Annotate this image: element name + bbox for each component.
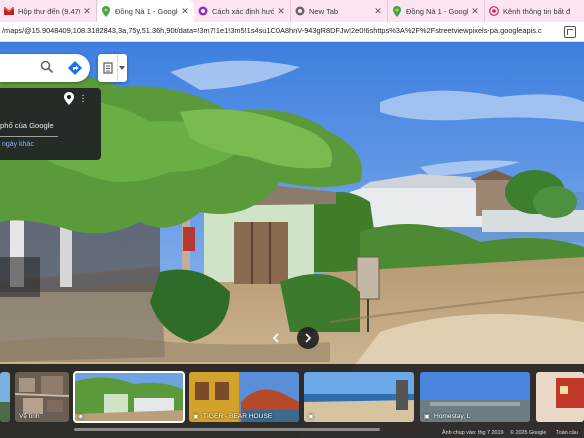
tab-close-icon[interactable]: ✕ <box>180 6 190 17</box>
open-in-new-icon[interactable] <box>564 26 576 38</box>
chevron-left-icon <box>272 333 279 343</box>
tab-title: Kênh thông tin bất đ <box>503 6 571 16</box>
tab-maps-active[interactable]: Đồng Nà 1 - Google ✕ <box>97 0 194 22</box>
address-bar[interactable]: /maps/@15.9048409,108.3182843,3a,75y,51.… <box>0 22 584 42</box>
thumbnail-label: Vệ tinh <box>19 413 40 420</box>
tab-new-tab[interactable]: New Tab ✕ <box>291 0 388 22</box>
street-view-icon: ◉ <box>78 414 84 420</box>
other-dates-link[interactable]: ngày khác <box>2 141 34 148</box>
maps-pin-icon <box>101 5 111 17</box>
camera-icon: ▣ <box>424 414 430 420</box>
thumbnail-satellite[interactable]: Vệ tinh <box>15 372 69 422</box>
thumbnail-label-text: TIGER - BEAR HOUSE <box>203 413 273 420</box>
tab-close-icon[interactable]: ✕ <box>373 6 383 17</box>
thumbnail-tiger-bear-house[interactable]: ▣ TIGER - BEAR HOUSE <box>189 372 299 422</box>
next-arrow[interactable] <box>297 327 319 349</box>
more-vert-icon[interactable]: · · · <box>80 91 86 107</box>
thumbnail-homestay[interactable]: ▣ Homestay, L <box>420 372 530 422</box>
radar-icon <box>489 6 499 16</box>
site-icon <box>198 6 208 16</box>
thumbnail-global[interactable] <box>536 372 584 422</box>
copyright: © 2025 Google <box>510 430 547 436</box>
tab-maps-2[interactable]: Đồng Nà 1 - Google ✕ <box>388 0 485 22</box>
previous-arrow[interactable] <box>265 327 287 349</box>
thumbnail-label: ◉ <box>78 413 88 420</box>
thumbnail-label-text: Homestay, L <box>434 413 471 420</box>
tab-title: Hộp thư đến (9.470) <box>18 6 80 16</box>
divider <box>117 54 118 82</box>
tab-title: Đồng Nà 1 - Google <box>406 6 468 16</box>
info-panel: · · · phố của Google ngày khác <box>0 88 101 160</box>
street-view-panorama[interactable]: · · · phố của Google ngày khác Vệ tinh ◉ ▣… <box>0 42 584 438</box>
caret-down-icon[interactable] <box>119 66 125 70</box>
thumbnail-beach[interactable]: ▣ <box>304 372 414 422</box>
tab-title: Đồng Nà 1 - Google <box>115 6 178 16</box>
tab-close-icon[interactable]: ✕ <box>470 6 480 17</box>
layers-icon <box>103 62 113 74</box>
url-text[interactable]: /maps/@15.9048409,108.3182843,3a,75y,51.… <box>2 26 542 35</box>
tab-gmail[interactable]: Hộp thư đến (9.470) ✕ <box>0 0 97 22</box>
photo-thumbnail-strip: Vệ tinh ◉ ▣ TIGER - BEAR HOUSE ▣ ▣ Homesta… <box>0 364 584 438</box>
tab-close-icon[interactable]: ✕ <box>82 6 92 17</box>
pin-icon[interactable] <box>64 92 74 105</box>
tab-real-estate[interactable]: Kênh thông tin bất đ <box>485 0 584 22</box>
global-link[interactable]: Toàn cầu <box>556 430 578 436</box>
divider <box>0 136 58 137</box>
browser-tab-strip: Hộp thư đến (9.470) ✕ Đồng Nà 1 - Google… <box>0 0 584 22</box>
chrome-icon <box>295 6 305 16</box>
tab-title: Cách xác định hướng <box>212 6 274 16</box>
search-icon[interactable] <box>40 60 54 74</box>
gmail-icon <box>4 6 14 16</box>
thumbnail-current-view[interactable]: ◉ <box>73 371 185 423</box>
chevron-right-icon <box>305 333 312 343</box>
tab-title: New Tab <box>309 6 339 16</box>
maps-pin-icon <box>392 5 402 17</box>
layers-button[interactable] <box>98 54 127 82</box>
thumbnail-label: ▣ Homestay, L <box>424 413 471 420</box>
info-caption: phố của Google <box>0 121 54 130</box>
directions-icon[interactable] <box>67 60 83 76</box>
search-box[interactable] <box>0 54 90 82</box>
camera-icon: ▣ <box>193 414 199 420</box>
thumbnail[interactable] <box>0 372 10 422</box>
thumbnail-label: ▣ <box>308 413 318 420</box>
capture-date: Ảnh chụp vào: thg 7 2019 <box>442 430 504 436</box>
map-footer: Ảnh chụp vào: thg 7 2019 © 2025 Google T… <box>0 430 584 438</box>
camera-icon: ▣ <box>308 414 314 420</box>
tab-direction-article[interactable]: Cách xác định hướng ✕ <box>194 0 291 22</box>
thumbnail-label: ▣ TIGER - BEAR HOUSE <box>193 413 272 420</box>
tab-close-icon[interactable]: ✕ <box>276 6 286 17</box>
